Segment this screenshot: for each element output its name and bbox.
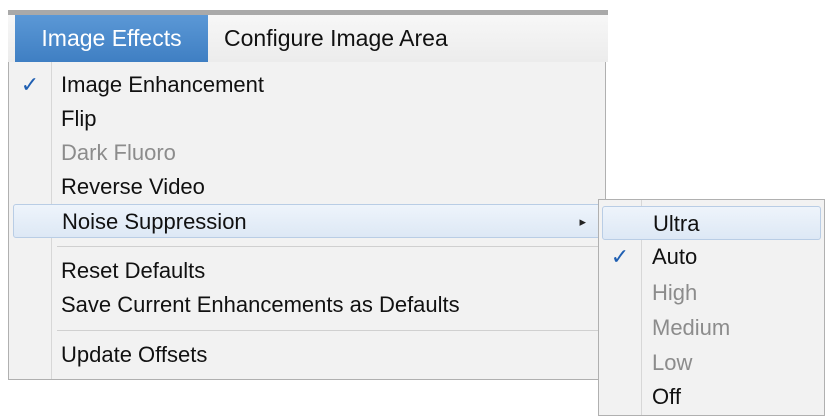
submenu-item-low: Low <box>599 346 824 380</box>
menu-item-label: Reset Defaults <box>61 258 206 283</box>
menu-item-noise-suppression[interactable]: Noise Suppression ▸ <box>13 204 601 238</box>
menubar: Image Effects Configure Image Area <box>8 10 608 62</box>
menu-separator <box>57 330 601 331</box>
submenu-item-label: High <box>652 280 698 305</box>
menu-item-label: Image Enhancement <box>61 72 265 97</box>
menu-configure-image-area[interactable]: Configure Image Area <box>214 15 458 62</box>
menu-item-image-enhancement[interactable]: ✓ Image Enhancement <box>9 68 605 102</box>
menu-item-label: Dark Fluoro <box>61 140 176 165</box>
noise-suppression-submenu: Ultra ✓ Auto High Medium Low Off <box>598 199 825 416</box>
menu-item-label: Reverse Video <box>61 174 205 199</box>
submenu-item-medium: Medium <box>599 311 824 345</box>
submenu-item-auto[interactable]: ✓ Auto <box>599 240 824 274</box>
image-effects-dropdown: ✓ Image Enhancement Flip Dark Fluoro Rev… <box>8 62 606 380</box>
menu-image-effects[interactable]: Image Effects <box>15 15 208 62</box>
menu-separator <box>57 246 601 247</box>
submenu-item-label: Medium <box>652 315 731 340</box>
menu-item-reverse-video[interactable]: Reverse Video <box>9 170 605 204</box>
submenu-item-label: Off <box>652 384 681 409</box>
menu-item-update-offsets[interactable]: Update Offsets <box>9 338 605 372</box>
submenu-item-high: High <box>599 276 824 310</box>
menu-item-save-current-enhancements[interactable]: Save Current Enhancements as Defaults <box>9 288 605 322</box>
submenu-item-label: Low <box>652 350 693 375</box>
checkmark-icon: ✓ <box>610 244 630 269</box>
submenu-item-label: Ultra <box>653 211 700 236</box>
menu-item-label: Save Current Enhancements as Defaults <box>61 292 460 317</box>
menu-item-label: Update Offsets <box>61 342 208 367</box>
menu-item-dark-fluoro: Dark Fluoro <box>9 136 605 170</box>
submenu-item-label: Auto <box>652 244 698 269</box>
menu-item-label: Flip <box>61 106 97 131</box>
menu-item-reset-defaults[interactable]: Reset Defaults <box>9 254 605 288</box>
submenu-item-ultra[interactable]: Ultra <box>602 206 821 240</box>
checkmark-icon: ✓ <box>20 72 40 97</box>
menu-item-flip[interactable]: Flip <box>9 102 605 136</box>
submenu-item-off[interactable]: Off <box>599 380 824 414</box>
submenu-arrow-icon: ▸ <box>579 214 586 229</box>
menu-item-label: Noise Suppression <box>62 209 247 234</box>
